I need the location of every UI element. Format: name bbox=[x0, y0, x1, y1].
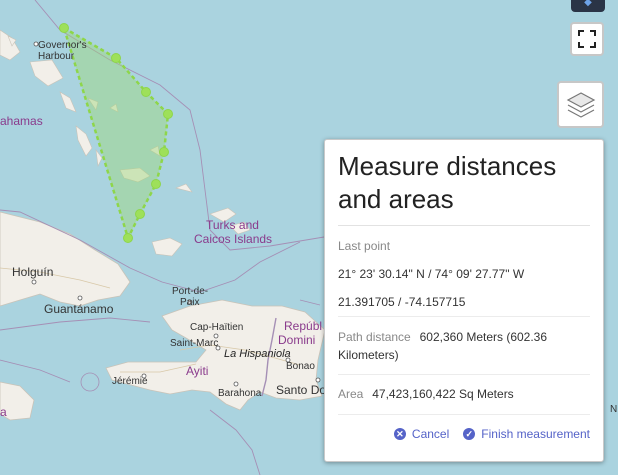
measure-toggle-button[interactable]: ◆ bbox=[571, 0, 605, 12]
fullscreen-button[interactable] bbox=[570, 22, 604, 56]
label-bahamas: ahamas bbox=[0, 114, 43, 128]
label-port-de-paix-2: Paix bbox=[180, 297, 199, 308]
last-point-dms: 21° 23' 30.14" N / 74° 09' 27.77" W bbox=[338, 267, 525, 281]
measure-vertex[interactable] bbox=[163, 109, 173, 119]
label-republica-1: Repúbl bbox=[284, 319, 322, 333]
measure-actions: ✕ Cancel ✓ Finish measurement bbox=[338, 415, 590, 441]
last-point-label: Last point bbox=[338, 239, 391, 253]
check-icon: ✓ bbox=[463, 428, 476, 440]
label-santo-domingo: Santo Do bbox=[276, 383, 326, 397]
cancel-button[interactable]: ✕ Cancel bbox=[393, 427, 450, 441]
last-point-section: Last point 21° 23' 30.14" N / 74° 09' 27… bbox=[338, 226, 590, 317]
measure-title: Measure distances and areas bbox=[338, 150, 590, 226]
path-distance-section: Path distance 602,360 Meters (602.36 Kil… bbox=[338, 317, 590, 375]
label-guantanamo: Guantánamo bbox=[44, 302, 114, 316]
label-bonao: Bonao bbox=[286, 361, 315, 372]
label-edge-n: N bbox=[610, 404, 617, 415]
measure-vertex[interactable] bbox=[159, 147, 169, 157]
label-holguin: Holguín bbox=[12, 265, 53, 279]
label-ayiti: Ayiti bbox=[186, 364, 208, 378]
measure-panel: Measure distances and areas Last point 2… bbox=[324, 139, 604, 462]
label-port-de-paix-1: Port-de- bbox=[172, 286, 208, 297]
label-la-hispaniola: La Hispaniola bbox=[224, 348, 291, 360]
measure-vertex[interactable] bbox=[141, 87, 151, 97]
finish-measurement-button[interactable]: ✓ Finish measurement bbox=[463, 427, 590, 441]
label-governors-harbour-1: Governor's bbox=[38, 40, 87, 51]
layers-icon bbox=[566, 91, 595, 118]
label-cap-haitien: Cap-Haïtien bbox=[190, 322, 243, 333]
cancel-label: Cancel bbox=[411, 427, 450, 441]
label-barahona: Barahona bbox=[218, 388, 262, 399]
area-section: Area 47,423,160,422 Sq Meters bbox=[338, 375, 590, 415]
label-turks-1: Turks and bbox=[206, 218, 259, 232]
label-jeremie: Jérémie bbox=[112, 376, 148, 387]
label-governors-harbour-2: Harbour bbox=[38, 51, 75, 62]
measure-vertex[interactable] bbox=[111, 53, 121, 63]
area-row: Area 47,423,160,422 Sq Meters bbox=[338, 386, 590, 402]
area-label: Area bbox=[338, 387, 364, 401]
last-point-decimal: 21.391705 / -74.157715 bbox=[338, 295, 466, 309]
label-turks-2: Caicos Islands bbox=[194, 232, 272, 246]
measure-vertex[interactable] bbox=[151, 179, 161, 189]
label-edge-a: a bbox=[0, 405, 7, 419]
path-distance-label: Path distance bbox=[338, 330, 411, 344]
path-distance-row: Path distance 602,360 Meters (602.36 Kil… bbox=[338, 328, 590, 364]
finish-label: Finish measurement bbox=[481, 427, 590, 441]
cancel-icon: ✕ bbox=[393, 428, 406, 440]
measure-vertex[interactable] bbox=[135, 209, 145, 219]
fullscreen-icon bbox=[578, 30, 596, 48]
area-value: 47,423,160,422 Sq Meters bbox=[372, 387, 514, 401]
measure-toggle-icon: ◆ bbox=[584, 0, 592, 8]
measure-vertex[interactable] bbox=[59, 23, 69, 33]
label-republica-2: Domini bbox=[278, 333, 315, 347]
measure-vertex[interactable] bbox=[123, 233, 133, 243]
label-saint-marc: Saint-Marc bbox=[170, 338, 218, 349]
layers-button[interactable] bbox=[557, 81, 604, 128]
